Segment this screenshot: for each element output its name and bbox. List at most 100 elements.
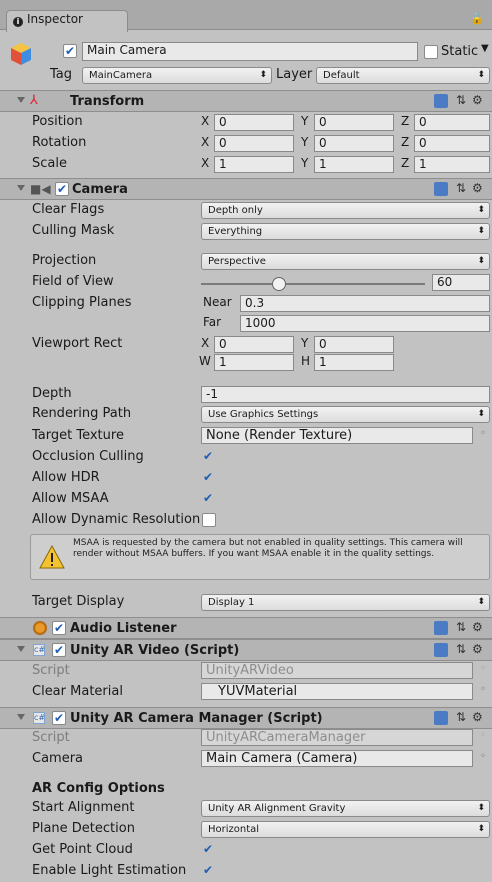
clear-flags-dropdown[interactable]: Depth only <box>201 202 490 219</box>
static-checkbox[interactable] <box>424 45 438 59</box>
axis-y-label: Y <box>301 135 309 149</box>
foldout-arrow-icon[interactable] <box>17 185 25 191</box>
dynres-row: Allow Dynamic Resolution <box>0 510 492 531</box>
preset-icon[interactable]: ⇅ <box>456 93 466 107</box>
transform-icon: ⅄ <box>30 93 38 108</box>
camera-header[interactable]: ■◀ ✔ Camera ⇅ ⚙ <box>0 178 492 200</box>
camera-reference-field[interactable]: Main Camera (Camera) <box>201 750 473 767</box>
scale-y-field[interactable]: 1 <box>314 156 394 173</box>
layer-dropdown[interactable]: Default <box>316 67 490 84</box>
culling-mask-dropdown[interactable]: Everything <box>201 223 490 240</box>
axis-y-label: Y <box>301 156 309 170</box>
gear-icon[interactable]: ⚙ <box>472 181 483 195</box>
camera-enabled-checkbox[interactable]: ✔ <box>55 182 69 196</box>
fov-slider-track[interactable] <box>201 283 425 285</box>
position-z-field[interactable]: 0 <box>414 114 490 131</box>
target-texture-row: Target Texture None (Render Texture) ◦ <box>0 426 492 447</box>
near-label: Near <box>203 295 232 309</box>
far-field[interactable]: 1000 <box>240 315 490 332</box>
help-book-icon[interactable] <box>434 643 448 657</box>
get-point-cloud-checkbox[interactable]: ✔ <box>201 843 215 857</box>
help-book-icon[interactable] <box>434 711 448 725</box>
tab-inspector[interactable]: i Inspector <box>6 10 128 32</box>
rotation-x-field[interactable]: 0 <box>214 135 294 152</box>
viewport-x-field[interactable]: 0 <box>214 336 294 353</box>
scale-z-field[interactable]: 1 <box>414 156 490 173</box>
plane-detection-dropdown[interactable]: Horizontal <box>201 821 490 838</box>
preset-icon[interactable]: ⇅ <box>456 710 466 724</box>
position-y-field[interactable]: 0 <box>314 114 394 131</box>
lock-icon[interactable]: 🔒 <box>470 12 484 25</box>
component-title: Unity AR Video (Script) <box>70 643 240 658</box>
clear-flags-label: Clear Flags <box>32 202 105 217</box>
transform-header[interactable]: ⅄ Transform ⇅ ⚙ <box>0 90 492 112</box>
scale-label: Scale <box>32 156 67 171</box>
viewport-h-field[interactable]: 1 <box>314 354 394 371</box>
clipping-near-row: Clipping Planes Near 0.3 <box>0 293 492 314</box>
ar-camera-manager-header[interactable]: c# ✔ Unity AR Camera Manager (Script) ⇅ ⚙ <box>0 707 492 729</box>
script-icon: c# <box>33 712 46 724</box>
foldout-arrow-icon[interactable] <box>17 646 25 652</box>
preset-icon[interactable]: ⇅ <box>456 181 466 195</box>
axis-y-label: Y <box>301 336 309 350</box>
enable-light-estimation-label: Enable Light Estimation <box>32 863 187 878</box>
ar-video-enabled-checkbox[interactable]: ✔ <box>52 643 66 657</box>
position-x-field[interactable]: 0 <box>214 114 294 131</box>
fov-label: Field of View <box>32 274 114 289</box>
target-display-dropdown[interactable]: Display 1 <box>201 594 490 611</box>
position-row: Position X 0 Y 0 Z 0 <box>0 112 492 133</box>
rotation-z-field[interactable]: 0 <box>414 135 490 152</box>
near-field[interactable]: 0.3 <box>240 295 490 312</box>
gear-icon[interactable]: ⚙ <box>472 620 483 634</box>
viewport-w-field[interactable]: 1 <box>214 354 294 371</box>
info-icon: i <box>13 17 23 27</box>
preset-icon[interactable]: ⇅ <box>456 620 466 634</box>
gear-icon[interactable]: ⚙ <box>472 710 483 724</box>
object-picker-icon[interactable]: ◦ <box>480 751 486 762</box>
static-dropdown-arrow-icon[interactable]: ▼ <box>481 43 489 54</box>
audio-listener-checkbox[interactable]: ✔ <box>52 621 66 635</box>
help-book-icon[interactable] <box>434 182 448 196</box>
depth-field[interactable]: -1 <box>201 386 490 403</box>
help-book-icon[interactable] <box>434 621 448 635</box>
target-texture-field[interactable]: None (Render Texture) <box>201 427 473 444</box>
object-picker-icon[interactable]: ◦ <box>480 684 486 695</box>
preset-icon[interactable]: ⇅ <box>456 642 466 656</box>
viewport-y-field[interactable]: 0 <box>314 336 394 353</box>
gameobject-name-input[interactable]: Main Camera <box>82 42 418 61</box>
point-cloud-row: Get Point Cloud ✔ <box>0 840 492 861</box>
audio-listener-header[interactable]: ✔ Audio Listener ⇅ ⚙ <box>0 617 492 639</box>
occlusion-culling-checkbox[interactable]: ✔ <box>201 450 215 464</box>
scale-x-field[interactable]: 1 <box>214 156 294 173</box>
gear-icon[interactable]: ⚙ <box>472 642 483 656</box>
object-picker-icon[interactable]: ◦ <box>480 428 486 439</box>
foldout-arrow-icon[interactable] <box>17 714 25 720</box>
allow-hdr-checkbox[interactable]: ✔ <box>201 471 215 485</box>
tag-dropdown[interactable]: MainCamera <box>82 67 272 84</box>
fov-field[interactable]: 60 <box>432 274 490 291</box>
rotation-y-field[interactable]: 0 <box>314 135 394 152</box>
help-book-icon[interactable] <box>434 94 448 108</box>
projection-dropdown[interactable]: Perspective <box>201 253 490 270</box>
axis-w-label: W <box>199 354 211 368</box>
enable-light-estimation-checkbox[interactable]: ✔ <box>201 864 215 878</box>
allow-msaa-checkbox[interactable]: ✔ <box>201 492 215 506</box>
start-alignment-dropdown[interactable]: Unity AR Alignment Gravity <box>201 800 490 817</box>
component-tools: ⇅ ⚙ <box>434 710 486 727</box>
script-icon: c# <box>33 644 46 656</box>
rendering-path-dropdown[interactable]: Use Graphics Settings <box>201 406 490 423</box>
axis-z-label: Z <box>401 135 410 149</box>
foldout-arrow-icon[interactable] <box>17 97 25 103</box>
gear-icon[interactable]: ⚙ <box>472 93 483 107</box>
fov-slider-handle[interactable] <box>272 277 286 291</box>
clear-material-field[interactable]: YUVMaterial <box>201 683 473 700</box>
far-label: Far <box>203 315 222 329</box>
script-label: Script <box>32 730 70 745</box>
active-checkbox[interactable]: ✔ <box>63 44 77 58</box>
ar-video-header[interactable]: c# ✔ Unity AR Video (Script) ⇅ ⚙ <box>0 639 492 661</box>
ar-camera-manager-enabled-checkbox[interactable]: ✔ <box>52 711 66 725</box>
target-display-label: Target Display <box>32 594 125 609</box>
component-tools: ⇅ ⚙ <box>434 181 486 198</box>
allow-dynamic-resolution-checkbox[interactable] <box>202 513 216 527</box>
viewport-rect-label: Viewport Rect <box>32 336 123 351</box>
